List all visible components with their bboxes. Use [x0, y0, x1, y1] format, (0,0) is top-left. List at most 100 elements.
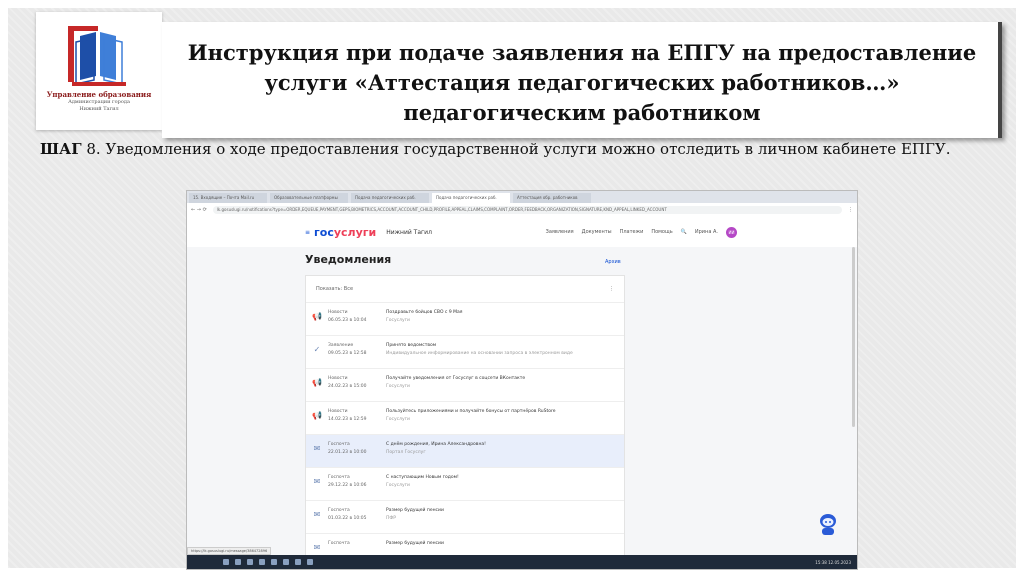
notification-item[interactable]: ✉ Госпочта Размер будущей пенсии [306, 534, 624, 556]
user-name[interactable]: Ирина А. [695, 229, 718, 235]
browser-tab[interactable]: Образовательные платформы [270, 193, 348, 203]
site-logo[interactable]: госуслуги [314, 226, 376, 239]
avatar[interactable]: ИИ [726, 226, 737, 238]
notification-item[interactable]: 📢 Новости 06.05.23 в 10:04 Поздравьте бойцо… [306, 303, 624, 336]
gosuslugi-page: ≡ госуслуги Нижний Тагил Заявления Докуме… [187, 217, 857, 557]
notification-item[interactable]: 📢 Новости 14.02.23 в 12:59 Пользуйтесь прил… [306, 402, 624, 435]
taskbar-clock: 15:38 12.05.2023 [815, 559, 851, 565]
notification-date: 29.12.22 в 10:06 [328, 483, 367, 488]
notification-category: Новости [328, 310, 348, 315]
notification-item[interactable]: 📢 Новости 24.02.23 в 15:00 Получайте уведом… [306, 369, 624, 402]
envelope-icon: ✉ [313, 510, 321, 519]
browser-tab[interactable]: Аттестация обр. работников [513, 193, 591, 203]
notification-title: Пользуйтесь приложениями и получайте бон… [386, 409, 556, 414]
step-description: ШАГ 8. Уведомления о ходе предоставления… [40, 138, 990, 161]
location-selector[interactable]: Нижний Тагил [386, 229, 432, 236]
megaphone-icon: 📢 [312, 411, 322, 420]
notification-item[interactable]: ✉ Госпочта 01.03.22 в 10:05 Размер будущей … [306, 501, 624, 534]
notification-item[interactable]: ✉ Госпочта 29.12.22 в 10:06 С наступающим Н… [306, 468, 624, 501]
header-nav: Заявления Документы Платежи Помощь 🔍 Ирина А.… [546, 226, 857, 238]
notification-date: 22.01.23 в 10:00 [328, 450, 367, 455]
notification-source: Госуслуги [386, 384, 410, 389]
filter-bar: Показать: Все ⋮ [306, 276, 624, 303]
nav-item[interactable]: Платежи [620, 229, 644, 235]
notification-title: Размер будущей пенсии [386, 508, 444, 513]
site-header: ≡ госуслуги Нижний Тагил Заявления Докуме… [187, 217, 857, 247]
notification-category: Новости [328, 376, 348, 381]
url-field[interactable]: lk.gosuslugi.ru/notifications?type=ORDER… [212, 206, 842, 214]
windows-taskbar: 15:38 12.05.2023 [187, 555, 857, 569]
back-icon[interactable]: ← [191, 207, 195, 213]
notification-date: 24.02.23 в 15:00 [328, 384, 367, 389]
notification-date: 14.02.23 в 12:59 [328, 417, 367, 422]
taskbar-app-icon[interactable] [247, 559, 253, 565]
browser-tabs: 15. Входящие – Почта Mail.ru Образователь… [187, 191, 857, 203]
notification-source: Госуслуги [386, 417, 410, 422]
notification-title: Получайте уведомления от Госуслуг в соцс… [386, 376, 526, 381]
taskbar-app-icon[interactable] [283, 559, 289, 565]
hamburger-icon[interactable]: ≡ [305, 229, 310, 236]
notification-title: Поздравьте бойцов СВО с 9 Мая [386, 310, 463, 315]
notification-title: С днём рождения, Ирина Александровна! [386, 442, 486, 447]
notification-category: Госпочта [328, 541, 350, 546]
brand-part-b: услуги [333, 225, 377, 239]
notification-source: Индивидуальное информирование на основан… [386, 351, 573, 356]
notification-category: Новости [328, 409, 348, 414]
envelope-icon: ✉ [313, 444, 321, 453]
notification-title: Принято ведомством [386, 343, 437, 348]
book-logo-icon [68, 26, 126, 86]
forward-icon[interactable]: → [197, 207, 201, 213]
megaphone-icon: 📢 [312, 378, 322, 387]
logo-line-1: Управление образования [46, 90, 152, 99]
nav-item[interactable]: Помощь [651, 229, 672, 235]
taskbar-app-icon[interactable] [307, 559, 313, 565]
notification-category: Госпочта [328, 442, 350, 447]
taskbar-app-icon[interactable] [235, 559, 241, 565]
brand-part-a: гос [314, 225, 334, 239]
start-icon[interactable] [223, 559, 229, 565]
notification-item[interactable]: ✓ Заявление 09.05.23 в 12:58 Принято ведомс… [306, 336, 624, 369]
assistant-robot-icon[interactable] [817, 513, 839, 537]
step-number: 8. [86, 140, 101, 158]
notification-item[interactable]: ✉ Госпочта 22.01.23 в 10:00 С днём рождения… [306, 435, 624, 468]
taskbar-app-icon[interactable] [295, 559, 301, 565]
notification-source: ПФР [386, 516, 396, 521]
address-bar: ← → ⟳ lk.gosuslugi.ru/notifications?type… [187, 203, 857, 218]
notification-source: Госуслуги [386, 318, 410, 323]
notification-source: Портал Госуслуг [386, 450, 426, 455]
browser-tab[interactable]: Подача педагогических раб. [432, 193, 510, 203]
menu-icon[interactable]: ⋮ [848, 207, 853, 213]
status-url-tooltip: https://lk.gosuslugi.ru/message/38647289… [187, 547, 272, 555]
logo-line-3: Нижний Тагил [79, 106, 119, 112]
reload-icon[interactable]: ⟳ [203, 207, 207, 213]
filter-dropdown[interactable]: Показать: Все [316, 286, 353, 292]
page-scrollbar[interactable] [852, 247, 855, 427]
archive-link[interactable]: Архив [605, 259, 621, 265]
slide: Управление образования Администрации гор… [8, 8, 1016, 570]
browser-tab[interactable]: Подача педагогических раб. [351, 193, 429, 203]
step-label: ШАГ [40, 140, 82, 158]
notification-category: Госпочта [328, 508, 350, 513]
search-icon[interactable]: 🔍 [681, 229, 687, 235]
step-text: Уведомления о ходе предоставления госуда… [105, 140, 951, 158]
check-icon: ✓ [313, 345, 321, 354]
browser-screenshot: 15. Входящие – Почта Mail.ru Образователь… [186, 190, 858, 570]
nav-item[interactable]: Заявления [546, 229, 574, 235]
slide-title: Инструкция при подаче заявления на ЕПГУ … [187, 40, 977, 125]
browser-tab[interactable]: 15. Входящие – Почта Mail.ru [189, 193, 267, 203]
envelope-icon: ✉ [313, 543, 321, 552]
taskbar-app-icon[interactable] [271, 559, 277, 565]
notification-date: 01.03.22 в 10:05 [328, 516, 367, 521]
notification-title: Размер будущей пенсии [386, 541, 444, 546]
title-box: Инструкция при подаче заявления на ЕПГУ … [162, 22, 1002, 138]
envelope-icon: ✉ [313, 477, 321, 486]
notification-source: Госуслуги [386, 483, 410, 488]
kebab-menu-icon[interactable]: ⋮ [609, 286, 614, 292]
megaphone-icon: 📢 [312, 312, 322, 321]
nav-item[interactable]: Документы [582, 229, 612, 235]
taskbar-app-icon[interactable] [259, 559, 265, 565]
notification-date: 06.05.23 в 10:04 [328, 318, 367, 323]
notification-category: Заявление [328, 343, 354, 348]
logo: Управление образования Администрации гор… [36, 12, 162, 130]
notification-date: 09.05.23 в 12:58 [328, 351, 367, 356]
